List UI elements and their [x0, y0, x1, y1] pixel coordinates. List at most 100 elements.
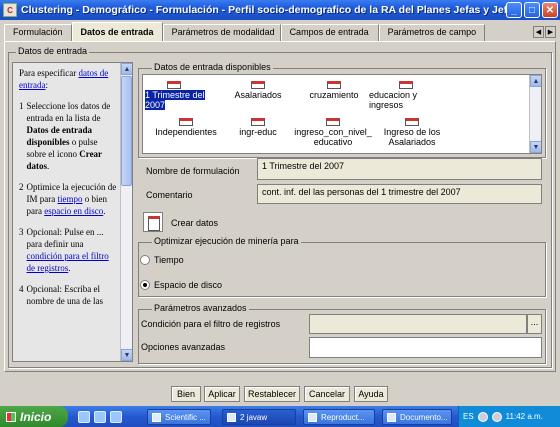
- windows-logo-icon: [6, 411, 16, 422]
- scroll-down-icon[interactable]: ▼: [530, 141, 541, 153]
- filter-label: Condición para el filtro de registros: [141, 319, 281, 329]
- advanced-options-label: Opciones avanzadas: [141, 342, 226, 352]
- optimize-title: Optimizar ejecución de minería para: [152, 236, 301, 246]
- reset-button[interactable]: Restablecer: [244, 386, 300, 402]
- tab-parametros-de-modalidad[interactable]: Parámetros de modalidad: [162, 24, 281, 41]
- list-item[interactable]: Ingreso de los Asalariados: [373, 118, 451, 147]
- scroll-up-icon[interactable]: ▲: [530, 75, 541, 87]
- radio-tiempo-label[interactable]: Tiempo: [154, 255, 184, 265]
- dataset-icon: [399, 81, 413, 89]
- help-step-num: 3: [19, 227, 24, 237]
- tab-formulacion[interactable]: Formulación: [4, 24, 72, 41]
- taskbar-item-label: Scientific ...: [165, 412, 206, 422]
- help-step1-end: .: [47, 161, 50, 171]
- close-button[interactable]: ✕: [542, 2, 558, 18]
- comment-field[interactable]: cont. inf. del las personas del 1 trimes…: [257, 184, 542, 204]
- taskbar-item[interactable]: 2 javaw: [222, 409, 296, 425]
- help-pane: Para especificar datos de entrada: 1 Sele…: [12, 62, 133, 362]
- radio-espacio-label[interactable]: Espacio de disco: [154, 280, 222, 290]
- advanced-options-input[interactable]: [309, 337, 542, 358]
- start-button[interactable]: Inicio: [0, 406, 68, 427]
- tab-campos-de-entrada[interactable]: Campos de entrada: [280, 24, 379, 41]
- taskbar-item-label: Reproduct...: [321, 412, 365, 422]
- list-item[interactable]: Independientes: [145, 118, 227, 137]
- list-item-label: 1 Trimestre del 2007: [145, 90, 205, 110]
- dataset-icon: [167, 81, 181, 89]
- dataset-icon: [251, 81, 265, 89]
- list-item-label: ingreso_con_nivel_educativo: [294, 127, 372, 147]
- scroll-up-icon[interactable]: ▲: [121, 63, 132, 75]
- list-item-label: Ingreso de los Asalariados: [383, 127, 441, 147]
- list-item[interactable]: 1 Trimestre del 2007: [145, 81, 209, 110]
- quick-launch: [78, 410, 122, 423]
- language-indicator[interactable]: ES: [463, 412, 474, 421]
- tab-strip: Formulación Datos de entrada Parámetros …: [4, 22, 485, 41]
- help-link-espacio-en-disco[interactable]: espacio en disco: [44, 206, 103, 216]
- media-icon[interactable]: [110, 410, 122, 423]
- create-data-icon[interactable]: [143, 212, 163, 232]
- taskbar-item-label: 2 javaw: [240, 412, 268, 422]
- system-tray: ES 11:42 a.m.: [458, 406, 560, 427]
- taskbar-item[interactable]: Scientific ...: [147, 409, 211, 425]
- desktop-icon[interactable]: [94, 410, 106, 423]
- available-list[interactable]: 1 Trimestre del 2007 Asalariados cruzami…: [142, 74, 542, 154]
- help-link-tiempo[interactable]: tiempo: [58, 194, 83, 204]
- list-item[interactable]: educacion y ingresos: [369, 81, 451, 110]
- tab-scroll-left-icon[interactable]: ◀: [533, 26, 544, 38]
- radio-tiempo[interactable]: [140, 255, 150, 265]
- volume-icon[interactable]: [491, 411, 502, 422]
- app-icon: [387, 412, 396, 422]
- taskbar-item[interactable]: Documento...: [382, 409, 452, 425]
- app-icon: [152, 412, 161, 422]
- help-button[interactable]: Ayuda: [354, 386, 388, 402]
- browser-icon[interactable]: [78, 410, 90, 423]
- comment-label: Comentario: [146, 190, 193, 200]
- title-bar[interactable]: C Clustering - Demográfico - Formulación…: [0, 0, 560, 20]
- list-item-label: Asalariados: [234, 90, 282, 100]
- group-title: Datos de entrada: [16, 46, 90, 56]
- help-intro-colon: :: [45, 80, 48, 90]
- name-field[interactable]: 1 Trimestre del 2007: [257, 158, 542, 180]
- taskbar-item-label: Documento...: [400, 412, 448, 422]
- tab-datos-de-entrada[interactable]: Datos de entrada: [71, 22, 163, 41]
- help-step3-text: Opcional: Pulse en ... para definir una: [26, 227, 104, 249]
- list-item[interactable]: cruzamiento: [293, 81, 375, 100]
- maximize-button[interactable]: □: [524, 2, 540, 18]
- minimize-button[interactable]: _: [506, 2, 522, 18]
- list-item[interactable]: ingreso_con_nivel_educativo: [293, 118, 373, 147]
- taskbar-item[interactable]: Reproduct...: [303, 409, 375, 425]
- scroll-thumb[interactable]: [121, 76, 132, 186]
- name-label: Nombre de formulación: [146, 166, 240, 176]
- help-scrollbar[interactable]: ▲ ▼: [120, 63, 132, 361]
- available-title: Datos de entrada disponibles: [152, 62, 273, 72]
- list-item-label: Independientes: [155, 127, 217, 137]
- help-step-num: 4: [19, 284, 24, 294]
- advanced-title: Parámetros avanzados: [152, 303, 249, 313]
- help-step-num: 1: [19, 101, 24, 111]
- help-step1-text: Seleccione los datos de entrada en la li…: [26, 101, 111, 123]
- list-scrollbar[interactable]: ▲ ▼: [529, 75, 541, 153]
- list-item-label: cruzamiento: [309, 90, 359, 100]
- list-item[interactable]: ingr-educ: [217, 118, 299, 137]
- filter-field[interactable]: [309, 314, 527, 334]
- filter-browse-button[interactable]: ...: [527, 314, 542, 334]
- ok-button[interactable]: Bien: [171, 386, 201, 402]
- dataset-icon: [327, 81, 341, 89]
- create-data-label[interactable]: Crear datos: [171, 218, 218, 228]
- list-item[interactable]: Asalariados: [217, 81, 299, 100]
- apply-button[interactable]: Aplicar: [204, 386, 240, 402]
- tab-scroll-right-icon[interactable]: ▶: [545, 26, 556, 38]
- dataset-icon: [179, 118, 193, 126]
- dataset-icon: [251, 118, 265, 126]
- dataset-icon: [326, 118, 340, 126]
- app-icon: C: [3, 3, 17, 17]
- tab-scroll: ◀ ▶: [533, 26, 556, 38]
- clock: 11:42 a.m.: [505, 412, 543, 421]
- cancel-button[interactable]: Cancelar: [304, 386, 350, 402]
- radio-espacio-de-disco[interactable]: [140, 280, 150, 290]
- scroll-down-icon[interactable]: ▼: [121, 349, 132, 361]
- start-label: Inicio: [20, 409, 52, 424]
- network-icon[interactable]: [477, 411, 488, 422]
- tab-parametros-de-campo[interactable]: Parámetros de campo: [378, 24, 485, 41]
- dataset-icon: [405, 118, 419, 126]
